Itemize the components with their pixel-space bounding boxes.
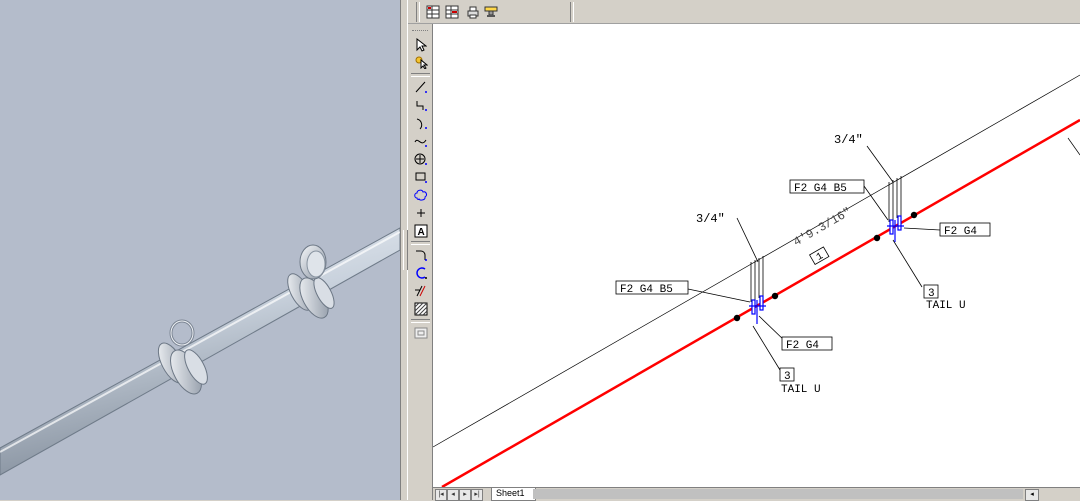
top-toolbar [408,0,1080,24]
weld-upper-type-label: TAIL U [926,300,966,312]
isometric-drawing: 4'9.3/16" 1 3/4" F2 G4 B5 F2 G4 3 TAIL U… [433,74,1080,487]
view-icon[interactable] [411,324,430,341]
line-icon[interactable] [411,78,430,95]
scroll-left-button[interactable]: ◂ [1025,489,1039,501]
pipe-3d-render [0,227,400,476]
spline-icon[interactable] [411,132,430,149]
hatch-pattern-icon[interactable] [411,300,430,317]
weld-lower-type-label: TAIL U [781,384,821,396]
3d-model-viewport[interactable] [0,0,400,500]
text-icon[interactable]: A [411,222,430,239]
trim-icon[interactable] [411,264,430,281]
first-sheet-button[interactable]: |◂ [435,489,447,501]
table-grid-icon[interactable] [424,3,442,21]
weld-lower-side-label: F2 G4 [786,340,819,352]
sheet-tabs-bar: |◂ ◂ ▸ ▸| Sheet1 ◂ [433,487,1080,501]
select-arrow-icon[interactable] [411,36,430,53]
dimension-line [433,74,1080,448]
svg-text:A: A [417,227,424,238]
cloud-icon[interactable] [411,186,430,203]
point-icon[interactable] [411,204,430,221]
sheet-tab-sheet1[interactable]: Sheet1 [491,488,536,501]
table-grid-red-icon[interactable] [443,3,461,21]
stamp-icon[interactable] [482,3,500,21]
hatch-line-icon[interactable] [411,282,430,299]
horizontal-scrollbar[interactable] [533,489,1023,499]
weld-symbol-upper [863,145,941,288]
printer-icon[interactable] [464,3,482,21]
dimension-tag: 1 [809,246,830,266]
prev-sheet-button[interactable]: ◂ [447,489,459,501]
weld-symbol-lower [687,217,787,371]
weld-upper-fitting-label: F2 G4 B5 [794,183,847,195]
weld-lower-size-label: 3/4" [696,212,725,226]
weld-upper-size-label: 3/4" [834,133,863,147]
polyline-icon[interactable] [411,96,430,113]
drawing-sheet[interactable]: 4'9.3/16" 1 3/4" F2 G4 B5 F2 G4 3 TAIL U… [433,24,1080,487]
arc-icon[interactable] [411,114,430,131]
fillet-icon[interactable] [411,246,430,263]
next-sheet-button[interactable]: ▸ [459,489,471,501]
smart-select-icon[interactable] [411,53,430,70]
sketch-toolbar: A [408,24,433,500]
weld-upper-count-label: 3 [928,288,935,300]
last-sheet-button[interactable]: ▸| [471,489,483,501]
weld-lower-fitting-label: F2 G4 B5 [620,284,673,296]
weld-lower-count-label: 3 [784,371,791,383]
weld-upper-side-label: F2 G4 [944,226,977,238]
pane-splitter[interactable] [400,0,408,500]
dimension-text: 4'9.3/16" [791,205,854,250]
rectangle-icon[interactable] [411,168,430,185]
circle-icon[interactable] [411,150,430,167]
